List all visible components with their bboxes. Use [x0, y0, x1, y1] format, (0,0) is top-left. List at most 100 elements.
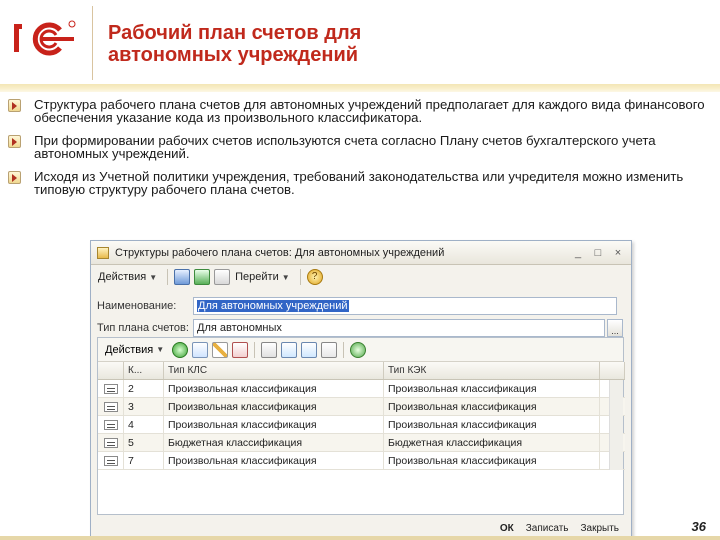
- goto-label: Перейти: [235, 271, 279, 283]
- name-input[interactable]: Для автономных учреждений: [193, 297, 617, 315]
- actions-label: Действия: [98, 271, 147, 283]
- toolbar-separator: [299, 269, 301, 285]
- row-kek: Произвольная классификация: [384, 416, 600, 433]
- copy-icon[interactable]: [192, 341, 209, 358]
- ok-button[interactable]: ОК: [494, 523, 520, 534]
- table-row[interactable]: 2 Произвольная классификация Произвольна…: [98, 380, 625, 398]
- header-extra: [600, 362, 625, 379]
- row-code: 5: [124, 434, 164, 451]
- table-actions-label: Действия: [105, 343, 154, 356]
- select-dots-button[interactable]: ...: [607, 319, 623, 337]
- row-item-icon: [103, 455, 118, 466]
- filter-icon[interactable]: [281, 341, 298, 358]
- window-icon: [97, 246, 109, 259]
- row-code: 2: [124, 380, 164, 397]
- row-code: 3: [124, 398, 164, 415]
- bullet-text: Исходя из Учетной политики учреждения, т…: [34, 169, 684, 197]
- table-row[interactable]: 4 Произвольная классификация Произвольна…: [98, 416, 625, 434]
- row-item-icon: [103, 383, 118, 394]
- save-close-icon[interactable]: [174, 269, 191, 285]
- toolbar-separator: [343, 341, 345, 358]
- bullet-item: Исходя из Учетной политики учреждения, т…: [8, 170, 708, 196]
- filter-list-icon[interactable]: [301, 341, 318, 358]
- row-cell-icon: [98, 398, 124, 415]
- structure-table: К... Тип КЛС Тип КЭК 2 Произвольная клас…: [98, 362, 625, 470]
- bullet-list: Структура рабочего плана счетов для авто…: [8, 98, 708, 206]
- delete-icon[interactable]: [232, 341, 249, 358]
- row-kls: Произвольная классификация: [164, 452, 384, 469]
- header-kls-type[interactable]: Тип КЛС: [164, 362, 384, 379]
- page-number: 36: [691, 519, 706, 534]
- row-code: 7: [124, 452, 164, 469]
- bullet-arrow-icon: [8, 99, 21, 112]
- chevron-down-icon: ▼: [281, 272, 290, 282]
- title-line-2: автономных учреждений: [108, 44, 359, 66]
- row-cell-icon: [98, 434, 124, 451]
- sort-icon[interactable]: [261, 341, 278, 358]
- bullet-item: Структура рабочего плана счетов для авто…: [8, 98, 708, 124]
- edit-icon[interactable]: [212, 341, 229, 358]
- row-item-icon: [103, 437, 118, 448]
- table-actions-menu-button[interactable]: Действия ▼: [102, 340, 167, 360]
- header-code[interactable]: К...: [124, 362, 164, 379]
- save-icon[interactable]: [194, 269, 211, 285]
- window-toolbar: Действия ▼ Перейти ▼ ?: [91, 265, 631, 289]
- bullet-arrow-icon: [8, 135, 21, 148]
- maximize-icon[interactable]: □: [591, 246, 605, 260]
- row-kls: Произвольная классификация: [164, 398, 384, 415]
- table-toolbar: Действия ▼: [98, 338, 623, 362]
- row-kek: Бюджетная классификация: [384, 434, 600, 451]
- structure-table-panel: Действия ▼ К... Тип КЛС Тип КЭК 2 Произв…: [97, 337, 625, 515]
- bullet-item: При формировании рабочих счетов использу…: [8, 134, 708, 160]
- window-titlebar[interactable]: Структуры рабочего плана счетов: Для авт…: [91, 241, 631, 265]
- slide-title: Рабочий план счетов для автономных учреж…: [108, 22, 708, 66]
- table-row[interactable]: 7 Произвольная классификация Произвольна…: [98, 452, 625, 470]
- row-cell-icon: [98, 416, 124, 433]
- toolbar-separator: [254, 341, 256, 358]
- help-icon[interactable]: ?: [306, 269, 323, 285]
- header-icon-column: [98, 362, 124, 379]
- row-cell-icon: [98, 452, 124, 469]
- add-icon[interactable]: [172, 341, 189, 358]
- row-item-icon: [103, 401, 118, 412]
- header-kek-type[interactable]: Тип КЭК: [384, 362, 600, 379]
- name-field-row: Наименование: Для автономных учреждений: [97, 297, 617, 315]
- table-row[interactable]: 3 Произвольная классификация Произвольна…: [98, 398, 625, 416]
- window-title: Структуры рабочего плана счетов: Для авт…: [115, 246, 445, 259]
- row-kls: Произвольная классификация: [164, 416, 384, 433]
- bullet-arrow-icon: [8, 171, 21, 184]
- bullet-text: При формировании рабочих счетов использу…: [34, 133, 656, 161]
- 1c-logo-icon: [14, 20, 76, 56]
- table-row[interactable]: 5 Бюджетная классификация Бюджетная клас…: [98, 434, 625, 452]
- refresh-icon[interactable]: [350, 341, 367, 358]
- document-icon[interactable]: [214, 269, 231, 285]
- row-kek: Произвольная классификация: [384, 380, 600, 397]
- chevron-down-icon: ▼: [149, 272, 158, 282]
- actions-menu-button[interactable]: Действия ▼: [95, 267, 160, 287]
- title-line-1: Рабочий план счетов для: [108, 22, 362, 44]
- row-item-icon: [103, 419, 118, 430]
- type-label: Тип плана счетов:: [97, 322, 189, 334]
- close-icon[interactable]: ×: [611, 246, 625, 260]
- minimize-icon[interactable]: _: [571, 246, 585, 260]
- row-code: 4: [124, 416, 164, 433]
- type-field-row: Тип плана счетов: Для автономных ...: [97, 319, 623, 337]
- close-button[interactable]: Закрыть: [574, 523, 625, 534]
- toolbar-separator: [167, 269, 169, 285]
- goto-menu-button[interactable]: Перейти ▼: [232, 267, 293, 287]
- filter-clear-icon[interactable]: [321, 341, 338, 358]
- row-kls: Произвольная классификация: [164, 380, 384, 397]
- row-kek: Произвольная классификация: [384, 452, 600, 469]
- name-label: Наименование:: [97, 300, 177, 312]
- slide: Рабочий план счетов для автономных учреж…: [0, 0, 720, 540]
- bullet-text: Структура рабочего плана счетов для авто…: [34, 97, 705, 125]
- type-input[interactable]: Для автономных: [193, 319, 605, 337]
- header-bar: [0, 84, 720, 92]
- table-scrollbar[interactable]: [609, 380, 623, 470]
- name-value: Для автономных учреждений: [197, 300, 349, 312]
- save-button[interactable]: Записать: [520, 523, 575, 534]
- 1c-logo: [12, 18, 78, 56]
- header-divider: [92, 6, 93, 80]
- row-cell-icon: [98, 380, 124, 397]
- row-kek: Произвольная классификация: [384, 398, 600, 415]
